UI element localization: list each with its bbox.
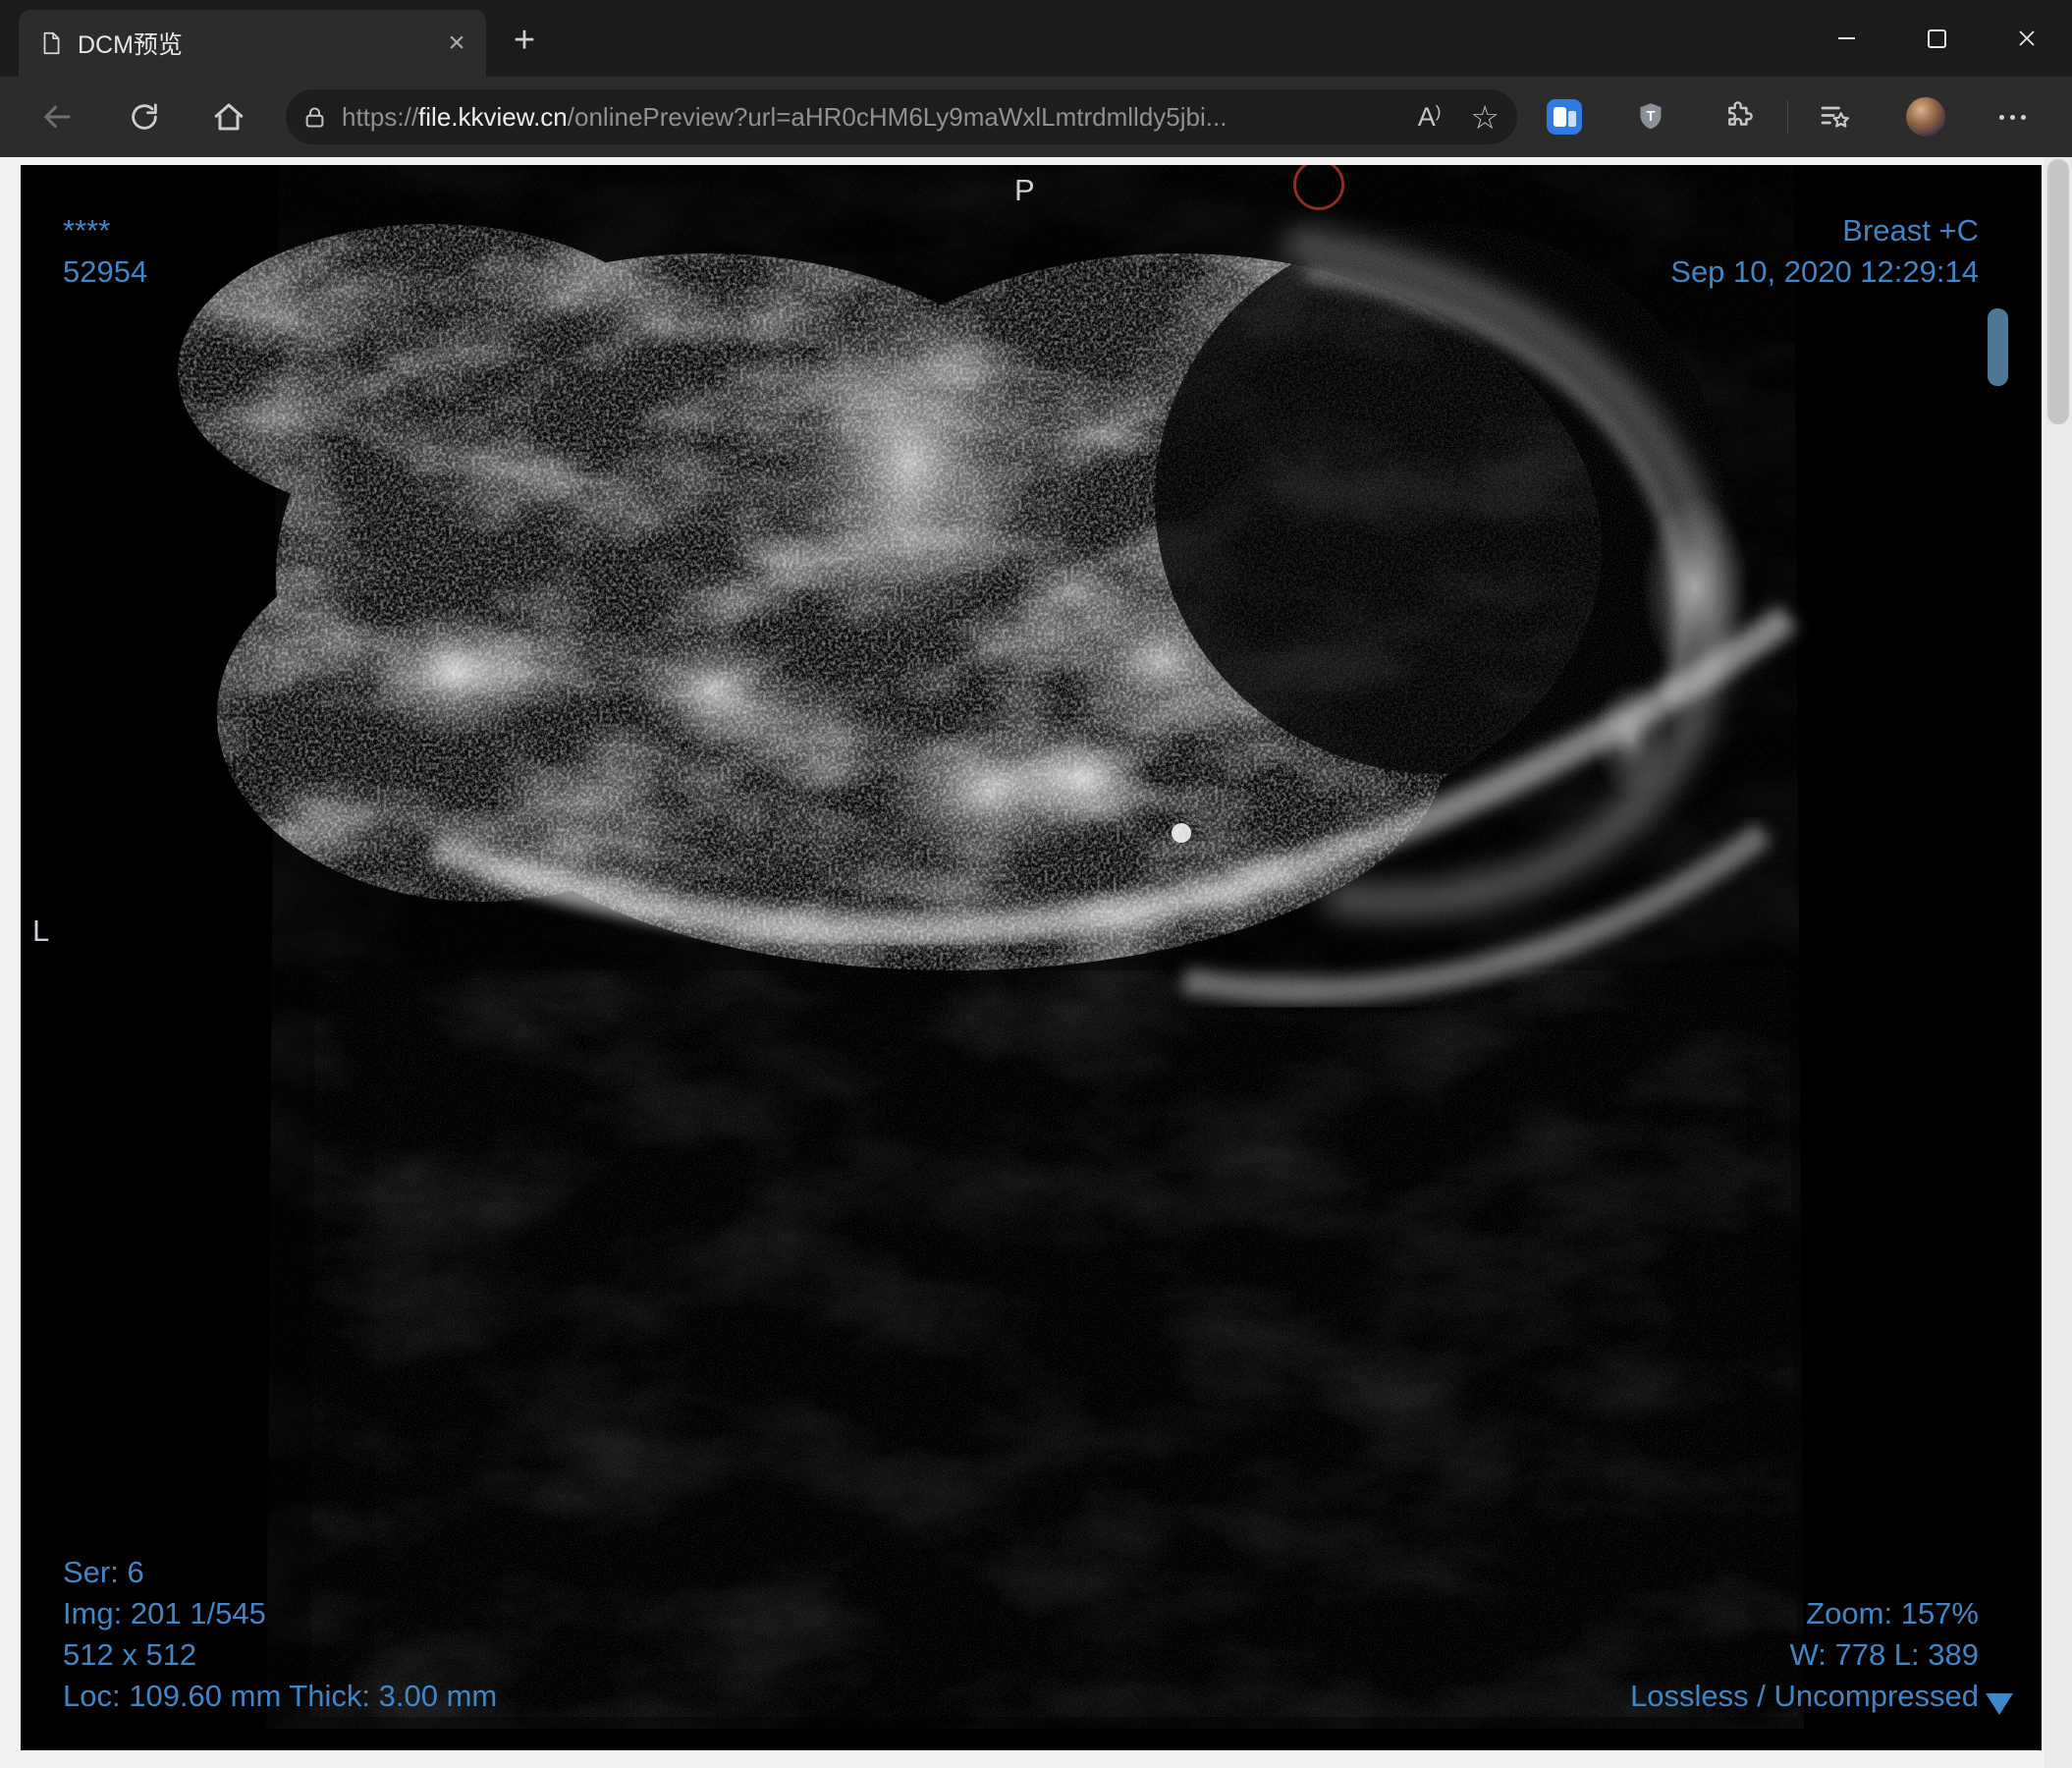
home-icon	[214, 103, 244, 131]
overlay-bottom-right: Zoom: 157% W: 778 L: 389 Lossless / Unco…	[1630, 1593, 1979, 1717]
address-bar[interactable]: https://file.kkview.cn/onlinePreview?url…	[286, 89, 1517, 144]
lock-icon[interactable]	[301, 104, 328, 131]
translate-extension-button[interactable]	[1541, 93, 1588, 140]
shield-extension-icon: T	[1640, 103, 1662, 130]
overlay-bottom-left: Ser: 6 Img: 201 1/545 512 x 512 Loc: 109…	[63, 1552, 497, 1717]
slice-scroll-thumb[interactable]	[1988, 308, 2008, 386]
tab-title: DCM预览	[78, 31, 183, 59]
minimize-button[interactable]	[1801, 0, 1891, 77]
tab-strip: DCM预览 × +	[0, 0, 2072, 77]
extensions-button[interactable]	[1715, 93, 1762, 140]
window-level: W: 778 L: 389	[1789, 1637, 1979, 1672]
favorites-list-star-icon	[1821, 106, 1849, 128]
url-domain: file.kkview.cn	[418, 101, 568, 132]
close-button[interactable]	[1982, 0, 2072, 77]
toolbar-divider	[1787, 100, 1788, 134]
tab-close-button[interactable]: ×	[437, 24, 476, 63]
blue-extension-icon	[1547, 99, 1582, 135]
patient-name-masked: ****	[63, 213, 111, 248]
dicom-viewer-canvas[interactable]: **** 52954 P Breast +C Sep 10, 2020 12:2…	[21, 165, 2042, 1750]
document-icon	[38, 30, 64, 56]
navigation-toolbar: https://file.kkview.cn/onlinePreview?url…	[0, 77, 2072, 157]
arrow-left-icon	[44, 105, 71, 129]
settings-menu-button[interactable]	[1989, 93, 2036, 140]
favorites-hub-button[interactable]	[1811, 93, 1858, 140]
orientation-marker-left: L	[32, 913, 50, 948]
page-content: **** 52954 P Breast +C Sep 10, 2020 12:2…	[0, 157, 2072, 1768]
read-aloud-icon[interactable]: A)	[1418, 102, 1442, 133]
favorite-star-icon[interactable]: ☆	[1470, 101, 1499, 134]
window-controls	[1801, 0, 2072, 77]
url-text: https://file.kkview.cn/onlinePreview?url…	[342, 101, 1227, 132]
shield-extension-button[interactable]: T	[1627, 93, 1674, 140]
study-datetime: Sep 10, 2020 12:29:14	[1670, 254, 1979, 289]
patient-id: 52954	[63, 254, 148, 289]
overlay-top-right: Breast +C Sep 10, 2020 12:29:14	[1670, 210, 1979, 293]
orientation-marker-posterior: P	[1014, 173, 1035, 207]
back-button[interactable]	[33, 93, 81, 140]
maximize-button[interactable]	[1891, 0, 1982, 77]
overlay-top-left: **** 52954	[63, 210, 147, 293]
compression-info: Lossless / Uncompressed	[1630, 1679, 1979, 1713]
minimize-icon	[1837, 37, 1855, 39]
slice-scroll-down-arrow[interactable]	[1986, 1693, 2013, 1715]
browser-tab[interactable]: DCM预览 ×	[19, 10, 486, 77]
zoom-level: Zoom: 157%	[1806, 1596, 1979, 1630]
slice-location: Loc: 109.60 mm Thick: 3.00 mm	[63, 1679, 498, 1713]
ellipsis-icon	[1998, 114, 2026, 120]
home-button[interactable]	[205, 93, 252, 140]
profile-avatar[interactable]	[1906, 97, 1945, 137]
image-matrix: 512 x 512	[63, 1637, 197, 1672]
mri-image[interactable]	[21, 165, 2042, 1750]
refresh-icon	[132, 103, 157, 130]
maximize-icon	[1927, 28, 1946, 48]
new-tab-button[interactable]: +	[503, 19, 546, 62]
close-icon	[2019, 30, 2035, 46]
puzzle-icon	[1728, 101, 1753, 126]
image-index: Img: 201 1/545	[63, 1596, 266, 1630]
refresh-button[interactable]	[121, 93, 168, 140]
study-description: Breast +C	[1842, 213, 1979, 248]
browser-scrollbar-thumb[interactable]	[2047, 159, 2069, 424]
svg-text:T: T	[1646, 108, 1655, 125]
series-number: Ser: 6	[63, 1555, 144, 1589]
browser-scrollbar[interactable]	[2045, 157, 2072, 1768]
